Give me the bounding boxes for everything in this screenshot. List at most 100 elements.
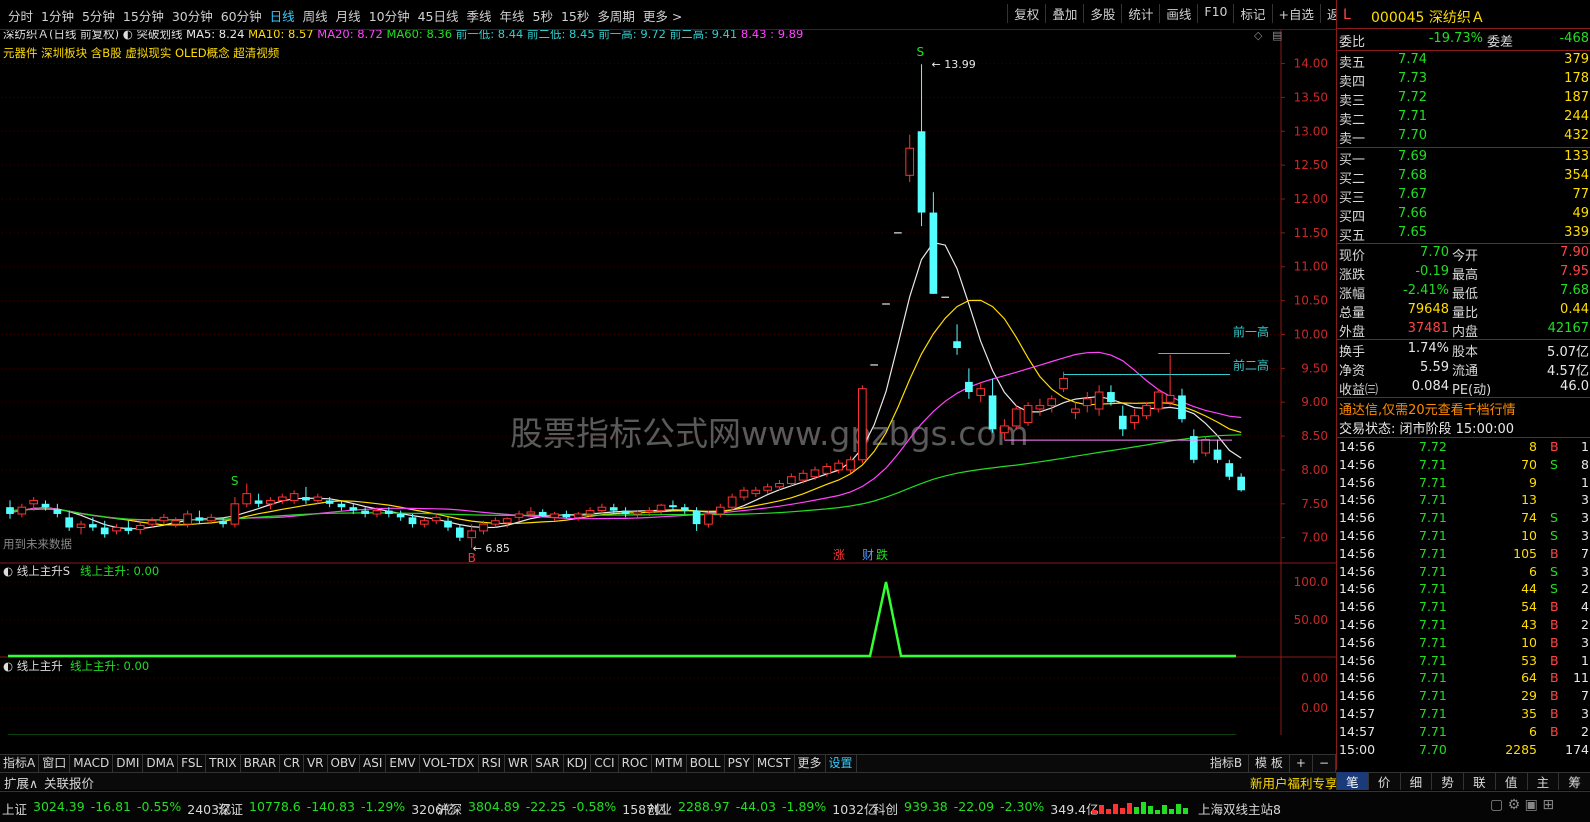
candle[interactable] (1153, 388, 1163, 413)
promo-text[interactable]: 通达信,仅需20元查看千档行情 (1339, 399, 1516, 418)
candle[interactable] (1011, 405, 1021, 430)
indicator-tab-rsi[interactable]: RSI (479, 755, 506, 772)
indicator-tab-psy[interactable]: PSY (725, 755, 754, 772)
ask-row[interactable]: 卖一 7.70 432 (1337, 128, 1590, 147)
tick-row[interactable]: 15:00 7.70 2285 174 (1337, 742, 1590, 760)
period-tab-9[interactable]: 10分钟 (365, 6, 414, 25)
indicator-tab-emv[interactable]: EMV (386, 755, 420, 772)
indicator-tab-item[interactable]: 设置 (826, 755, 857, 772)
quote-tab-1[interactable]: 价 (1367, 772, 1400, 790)
indicator-tab-dma[interactable]: DMA (143, 755, 179, 772)
tick-row[interactable]: 14:56 7.71 70 S 8 (1337, 457, 1590, 475)
tool-button-5[interactable]: F10 (1197, 4, 1233, 23)
tool-button-6[interactable]: 标记 (1233, 4, 1271, 23)
tick-row[interactable]: 14:56 7.71 6 S 3 (1337, 564, 1590, 582)
promo-row[interactable]: 通达信,仅需20元查看千档行情 (1337, 399, 1590, 418)
indicator-tab-mtm[interactable]: MTM (652, 755, 687, 772)
indicator-tab-mcst[interactable]: MCST (754, 755, 795, 772)
tick-row[interactable]: 14:56 7.72 8 B 1 (1337, 439, 1590, 457)
market-breadth-icon[interactable] (1092, 800, 1190, 814)
indicator-tab-macd[interactable]: MACD (70, 755, 114, 772)
expand-button[interactable]: 扩展∧ (4, 773, 38, 792)
indicator-tab-dmi[interactable]: DMI (113, 755, 144, 772)
tool-button-1[interactable]: 叠加 (1045, 4, 1083, 23)
indicator-right-button-0[interactable]: 指标B (1204, 755, 1250, 772)
tick-row[interactable]: 14:56 7.71 64 B 11 (1337, 670, 1590, 688)
index-cy[interactable]: 创业 2288.97 -44.03 -1.89% 1032亿 (647, 799, 877, 818)
tick-row[interactable]: 14:56 7.71 9 1 (1337, 475, 1590, 493)
indicator-tab-sar[interactable]: SAR (532, 755, 564, 772)
ask-row[interactable]: 卖五 7.74 379 (1337, 52, 1590, 71)
event-zhang[interactable]: 涨 (833, 547, 845, 562)
tick-row[interactable]: 14:56 7.71 10 B 3 (1337, 635, 1590, 653)
bid-row[interactable]: 买三 7.67 77 (1337, 187, 1590, 206)
kline-chart[interactable]: 14.00 13.50 13.00 12.50 12.00 11.50 11.00 10.50… (0, 27, 1336, 754)
bid-row[interactable]: 买四 7.66 49 (1337, 206, 1590, 225)
indicator-tab-brar[interactable]: BRAR (241, 755, 281, 772)
bid-row[interactable]: 买二 7.68 354 (1337, 168, 1590, 187)
tick-row[interactable]: 14:56 7.71 43 B 2 (1337, 617, 1590, 635)
tick-row[interactable]: 14:56 7.71 29 B 7 (1337, 688, 1590, 706)
tick-row[interactable]: 14:56 7.71 74 S 3 (1337, 510, 1590, 528)
quote-tab-7[interactable]: 筹 (1558, 772, 1590, 790)
tick-row[interactable]: 14:56 7.71 10 S 3 (1337, 528, 1590, 546)
quote-tab-4[interactable]: 联 (1463, 772, 1495, 790)
ask-row[interactable]: 卖二 7.71 244 (1337, 109, 1590, 128)
period-tab-13[interactable]: 5秒 (529, 6, 557, 25)
period-tab-7[interactable]: 周线 (299, 6, 332, 25)
quote-tab-6[interactable]: 主 (1526, 772, 1559, 790)
tool-button-0[interactable]: 复权 (1007, 4, 1045, 23)
indicator-tab-trix[interactable]: TRIX (206, 755, 241, 772)
period-tab-0[interactable]: 分时 (4, 6, 37, 25)
new-user-promo[interactable]: 新用户福利专享 (1250, 773, 1338, 792)
event-cai[interactable]: 财 (862, 548, 874, 562)
tick-row[interactable]: 14:56 7.71 44 S 2 (1337, 581, 1590, 599)
tick-row[interactable]: 14:57 7.71 35 B 3 (1337, 706, 1590, 724)
indicator-tab-vol-tdx[interactable]: VOL-TDX (420, 755, 479, 772)
indicator-tab-vr[interactable]: VR (304, 755, 328, 772)
period-tab-3[interactable]: 15分钟 (119, 6, 168, 25)
indicator-tab-item[interactable]: 窗口 (39, 755, 71, 772)
kline-chart-area[interactable]: 14.00 13.50 13.00 12.50 12.00 11.50 11.00 10.50… (0, 27, 1336, 754)
candle[interactable] (1201, 436, 1210, 457)
indicator-tab-a[interactable]: 指标A (0, 755, 40, 772)
period-tab-12[interactable]: 年线 (496, 6, 529, 25)
index-hs[interactable]: 沪深 3804.89 -22.25 -0.58% 1587亿 (437, 799, 667, 818)
tick-row[interactable]: 14:56 7.71 53 B 1 (1337, 653, 1590, 671)
server-name[interactable]: 上海双线主站8 (1198, 799, 1281, 818)
period-tab-2[interactable]: 5分钟 (78, 6, 119, 25)
quote-tab-0[interactable]: 笔 (1336, 772, 1368, 790)
indicator-tab-wr[interactable]: WR (505, 755, 533, 772)
period-tab-10[interactable]: 45日线 (414, 6, 463, 25)
period-tab-15[interactable]: 多周期 (593, 6, 639, 25)
indicator-tab-kdj[interactable]: KDJ (564, 755, 592, 772)
index-kc[interactable]: 科创 939.38 -22.09 -2.30% 349.4亿 (873, 799, 1099, 818)
indicator-tab-cr[interactable]: CR (280, 755, 304, 772)
period-tab-8[interactable]: 月线 (332, 6, 365, 25)
related-quote-button[interactable]: 关联报价 (44, 773, 94, 792)
indicator-tab-fsl[interactable]: FSL (178, 755, 207, 772)
period-tab-6[interactable]: 日线 (266, 6, 299, 25)
indicator-tab-item[interactable]: 更多 (795, 755, 826, 772)
event-die[interactable]: 跌 (876, 547, 888, 562)
indicator-right-button-1[interactable]: 模 板 (1249, 755, 1290, 772)
indicator-right-button-3[interactable]: − (1313, 755, 1336, 772)
tick-row[interactable]: 14:56 7.71 54 B 4 (1337, 599, 1590, 617)
indicator-tab-boll[interactable]: BOLL (687, 755, 725, 772)
period-tab-4[interactable]: 30分钟 (168, 6, 217, 25)
diamond-icon[interactable]: ◇ (1254, 29, 1263, 42)
tool-button-2[interactable]: 多股 (1083, 4, 1121, 23)
tool-button-7[interactable]: +自选 (1271, 4, 1320, 23)
indicator-tab-roc[interactable]: ROC (619, 755, 652, 772)
tool-button-4[interactable]: 画线 (1159, 4, 1197, 23)
candle[interactable] (857, 385, 867, 464)
period-tab-11[interactable]: 季线 (463, 6, 496, 25)
concept-tags[interactable]: 元器件 深圳板块 含B股 虚拟现实 OLED概念 超清视频 (3, 46, 280, 60)
index-sz[interactable]: 深证 10778.6 -140.83 -1.29% 3206亿 (218, 799, 456, 818)
quote-tab-2[interactable]: 细 (1399, 772, 1432, 790)
indicator-right-button-2[interactable]: + (1290, 755, 1313, 772)
period-tab-14[interactable]: 15秒 (557, 6, 593, 25)
quote-tab-3[interactable]: 势 (1431, 772, 1463, 790)
bid-row[interactable]: 买五 7.65 339 (1337, 225, 1590, 244)
tick-row[interactable]: 14:56 7.71 105 B 7 (1337, 546, 1590, 564)
